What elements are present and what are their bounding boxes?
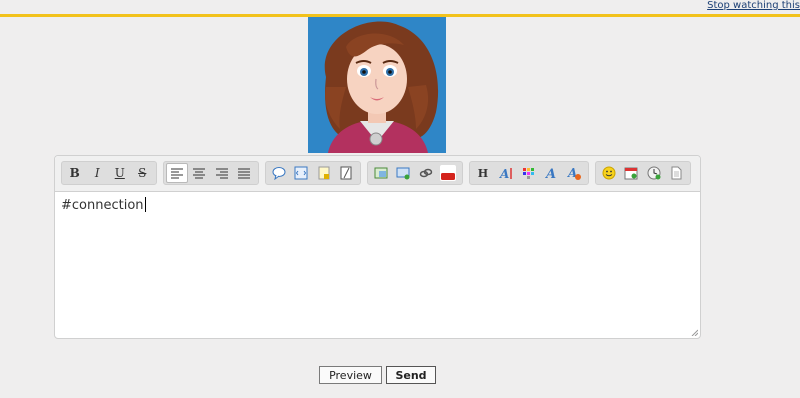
underline-button[interactable]: U bbox=[109, 163, 131, 183]
underline-glyph: U bbox=[114, 166, 125, 180]
insert-image-button[interactable] bbox=[370, 163, 392, 183]
time-icon bbox=[647, 166, 661, 180]
quote-icon bbox=[272, 167, 286, 180]
font-face-icon: A bbox=[544, 167, 556, 180]
remove-format-button[interactable]: A bbox=[563, 163, 585, 183]
top-bar: Stop watching this bbox=[0, 0, 800, 17]
bold-glyph: B bbox=[69, 166, 80, 180]
misc-group bbox=[595, 161, 691, 185]
quote-button[interactable] bbox=[268, 163, 290, 183]
align-left-icon bbox=[170, 168, 183, 178]
spoiler-button[interactable] bbox=[313, 163, 335, 183]
time-button[interactable] bbox=[643, 163, 665, 183]
align-right-icon bbox=[215, 168, 228, 178]
stop-watching-link[interactable]: Stop watching this bbox=[707, 0, 800, 11]
svg-text:A: A bbox=[499, 167, 509, 180]
link-icon bbox=[419, 168, 432, 178]
hide-button[interactable] bbox=[336, 163, 358, 183]
align-justify-button[interactable] bbox=[234, 163, 255, 183]
image-icon bbox=[374, 167, 388, 179]
host-image-icon bbox=[396, 167, 410, 180]
align-center-icon bbox=[193, 168, 206, 178]
heading-button[interactable]: H bbox=[472, 163, 494, 183]
format-group: B I U S bbox=[61, 161, 157, 185]
remove-format-icon: A bbox=[567, 166, 582, 180]
align-group bbox=[163, 161, 259, 185]
align-justify-icon bbox=[238, 168, 251, 178]
heading-glyph: H bbox=[477, 166, 489, 180]
color-icon bbox=[523, 168, 535, 179]
hide-icon bbox=[340, 166, 352, 180]
bold-button[interactable]: B bbox=[64, 163, 86, 183]
font-face-button[interactable]: A bbox=[540, 163, 562, 183]
color-button[interactable] bbox=[518, 163, 540, 183]
italic-glyph: I bbox=[94, 166, 100, 180]
message-editor: B I U S H A A A #connection bbox=[54, 155, 701, 339]
youtube-button[interactable] bbox=[438, 163, 460, 183]
align-center-button[interactable] bbox=[189, 163, 210, 183]
resize-grip-icon[interactable] bbox=[691, 329, 698, 336]
date-icon bbox=[624, 167, 638, 180]
message-text: #connection bbox=[61, 198, 144, 213]
avatar bbox=[308, 17, 446, 153]
align-right-button[interactable] bbox=[211, 163, 232, 183]
insert-group bbox=[265, 161, 361, 185]
smiley-icon bbox=[602, 166, 616, 180]
font-size-icon: A bbox=[499, 167, 512, 180]
align-left-button[interactable] bbox=[166, 163, 188, 183]
date-button[interactable] bbox=[621, 163, 643, 183]
send-button[interactable]: Send bbox=[386, 366, 436, 384]
preview-button[interactable]: Preview bbox=[319, 366, 382, 384]
spoiler-icon bbox=[318, 166, 330, 180]
italic-button[interactable]: I bbox=[87, 163, 109, 183]
code-button[interactable] bbox=[291, 163, 313, 183]
insert-link-button[interactable] bbox=[415, 163, 437, 183]
page-icon bbox=[671, 166, 682, 180]
media-group bbox=[367, 161, 463, 185]
page-button[interactable] bbox=[666, 163, 688, 183]
strikethrough-glyph: S bbox=[138, 166, 147, 180]
youtube-icon bbox=[440, 165, 457, 181]
message-textarea[interactable]: #connection bbox=[61, 197, 146, 213]
text-caret bbox=[144, 197, 146, 212]
code-icon bbox=[294, 166, 308, 180]
svg-text:A: A bbox=[544, 167, 556, 180]
style-group: H A A A bbox=[469, 161, 589, 185]
strikethrough-button[interactable]: S bbox=[132, 163, 154, 183]
host-image-button[interactable] bbox=[393, 163, 415, 183]
editor-toolbar: B I U S H A A A bbox=[55, 156, 700, 192]
smiley-button[interactable] bbox=[598, 163, 620, 183]
font-size-button[interactable]: A bbox=[495, 163, 517, 183]
avatar-illustration bbox=[308, 17, 446, 153]
